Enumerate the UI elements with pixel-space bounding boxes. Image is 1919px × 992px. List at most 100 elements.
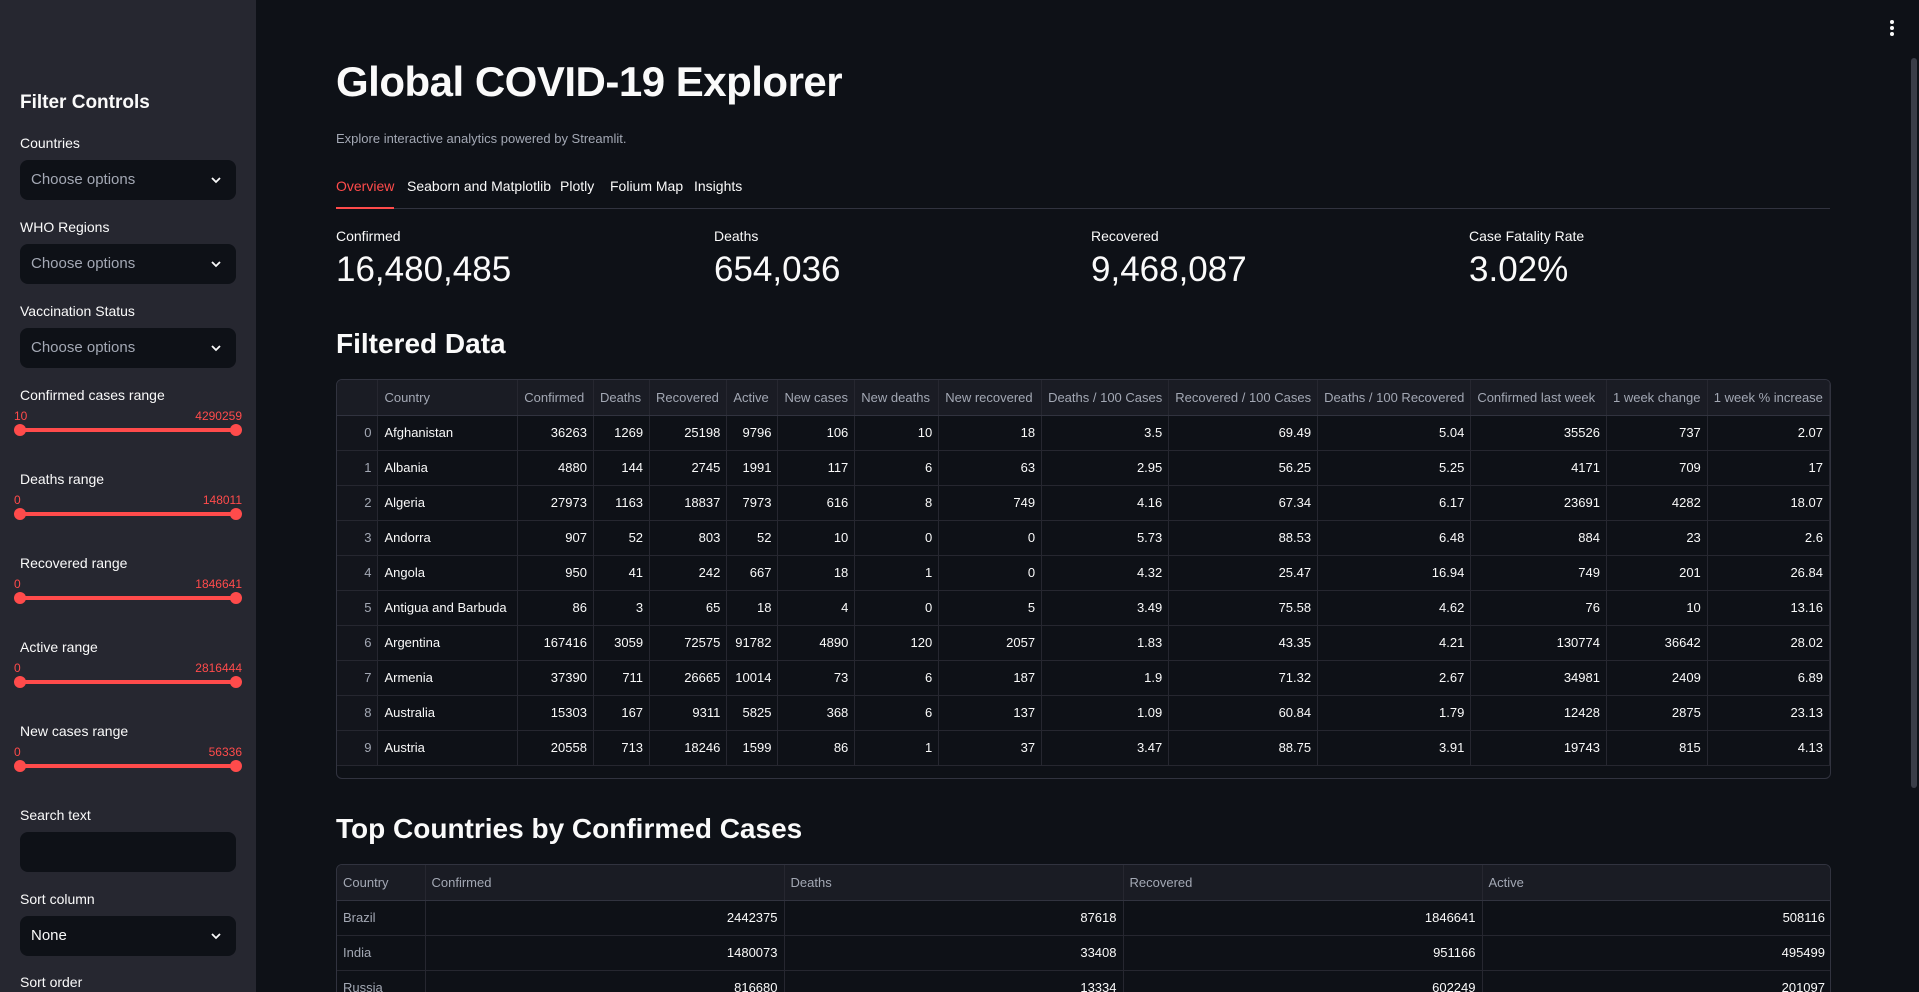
column-header-index[interactable] (337, 380, 379, 416)
table-row[interactable]: 9 Austria 20558 713 18246 1599 86 1 37 3.47 88.75 3… (337, 730, 1830, 766)
table-cell[interactable]: 2409 (1606, 660, 1708, 696)
table-cell[interactable]: Russia (337, 970, 426, 992)
row-index[interactable]: 3 (337, 520, 379, 556)
table-cell[interactable]: Austria (377, 730, 519, 766)
table-cell[interactable]: 803 (649, 520, 728, 556)
slider-min-handle[interactable] (14, 592, 26, 604)
row-index[interactable]: 5 (337, 590, 379, 626)
table-cell[interactable]: 23 (1606, 520, 1708, 556)
table-cell[interactable]: 4 (777, 590, 856, 626)
slider-track[interactable] (20, 512, 236, 516)
row-index[interactable]: 0 (337, 415, 379, 451)
tab-folium-map[interactable]: Folium Map (610, 178, 683, 209)
column-header[interactable]: New recovered (938, 380, 1043, 416)
column-header[interactable]: Confirmed last week (1470, 380, 1607, 416)
table-cell[interactable]: 0 (854, 590, 940, 626)
column-header[interactable]: Recovered / 100 Cases (1168, 380, 1319, 416)
table-cell[interactable]: 9311 (649, 695, 728, 731)
table-row[interactable]: 8 Australia 15303 167 9311 5825 368 6 137 1.09 60.… (337, 695, 1830, 731)
table-row[interactable]: 1 Albania 4880 144 2745 1991 117 6 63 2.95 56.25 5.… (337, 450, 1830, 486)
table-cell[interactable]: 8 (854, 485, 940, 521)
table-cell[interactable]: India (337, 935, 426, 971)
confirmed-range-slider[interactable]: 10 4290259 (14, 409, 242, 439)
table-cell[interactable]: Angola (377, 555, 519, 591)
table-cell[interactable]: Australia (377, 695, 519, 731)
table-cell[interactable]: 709 (1606, 450, 1708, 486)
slider-max-handle[interactable] (230, 424, 242, 436)
table-cell[interactable]: 5 (938, 590, 1043, 626)
table-cell[interactable]: 749 (938, 485, 1043, 521)
table-cell[interactable]: 4.13 (1707, 730, 1830, 766)
table-cell[interactable]: 0 (854, 520, 940, 556)
table-cell[interactable]: 144 (593, 450, 651, 486)
table-cell[interactable]: Brazil (337, 900, 426, 936)
slider-max-handle[interactable] (230, 508, 242, 520)
column-header[interactable]: Deaths (593, 380, 651, 416)
table-cell[interactable]: 1.83 (1041, 625, 1170, 661)
row-index[interactable]: 2 (337, 485, 379, 521)
table-cell[interactable]: 2875 (1606, 695, 1708, 731)
table-cell[interactable]: 6 (854, 450, 940, 486)
table-cell[interactable]: 4171 (1470, 450, 1607, 486)
table-cell[interactable]: 495499 (1482, 935, 1830, 971)
scrollbar[interactable] (1911, 58, 1917, 788)
tab-overview[interactable]: Overview (336, 178, 395, 209)
table-cell[interactable]: Argentina (377, 625, 519, 661)
slider-max-handle[interactable] (230, 676, 242, 688)
slider-track[interactable] (20, 764, 236, 768)
table-cell[interactable]: 713 (593, 730, 651, 766)
table-cell[interactable]: 12428 (1470, 695, 1607, 731)
table-row[interactable]: 5 Antigua and Barbuda 86 3 65 18 4 0 5 3.49 75.58 4… (337, 590, 1830, 626)
table-cell[interactable]: 1599 (726, 730, 779, 766)
table-cell[interactable]: 4.16 (1041, 485, 1170, 521)
table-cell[interactable]: 884 (1470, 520, 1607, 556)
table-cell[interactable]: 201 (1606, 555, 1708, 591)
table-cell[interactable]: 10 (777, 520, 856, 556)
table-cell[interactable]: 86 (517, 590, 594, 626)
column-header[interactable]: Confirmed (517, 380, 594, 416)
table-cell[interactable]: 18 (777, 555, 856, 591)
table-cell[interactable]: 187 (938, 660, 1043, 696)
column-header[interactable]: Recovered (1123, 865, 1483, 901)
top-countries-table[interactable]: Country Confirmed Deaths Recovered Activ… (336, 864, 1831, 992)
sort-column-select[interactable]: None (20, 916, 236, 956)
table-cell[interactable]: 3.5 (1041, 415, 1170, 451)
table-cell[interactable]: 167 (593, 695, 651, 731)
column-header[interactable]: Recovered (649, 380, 728, 416)
table-cell[interactable]: 3 (593, 590, 651, 626)
deaths-range-slider[interactable]: 0 148011 (14, 493, 242, 523)
active-range-slider[interactable]: 0 2816444 (14, 661, 242, 691)
table-cell[interactable]: 63 (938, 450, 1043, 486)
column-header[interactable]: 1 week % increase (1707, 380, 1830, 416)
table-row[interactable]: Russia 816680 13334 602249 201097 (337, 970, 1830, 992)
table-cell[interactable]: 20558 (517, 730, 594, 766)
table-cell[interactable]: Andorra (377, 520, 519, 556)
table-cell[interactable]: 137 (938, 695, 1043, 731)
column-header[interactable]: Confirmed (425, 865, 785, 901)
table-cell[interactable]: 106 (777, 415, 856, 451)
table-cell[interactable]: 18 (938, 415, 1043, 451)
table-cell[interactable]: 65 (649, 590, 728, 626)
table-cell[interactable]: 201097 (1482, 970, 1830, 992)
slider-track[interactable] (20, 596, 236, 600)
table-cell[interactable]: 9796 (726, 415, 779, 451)
row-index[interactable]: 7 (337, 660, 379, 696)
table-cell[interactable]: 60.84 (1168, 695, 1319, 731)
table-cell[interactable]: 1.09 (1041, 695, 1170, 731)
table-cell[interactable]: 76 (1470, 590, 1607, 626)
table-cell[interactable]: 5.73 (1041, 520, 1170, 556)
table-cell[interactable]: 6.89 (1707, 660, 1830, 696)
table-cell[interactable]: 15303 (517, 695, 594, 731)
table-cell[interactable]: 4.32 (1041, 555, 1170, 591)
table-cell[interactable]: 3.47 (1041, 730, 1170, 766)
table-cell[interactable]: 4880 (517, 450, 594, 486)
table-cell[interactable]: 33408 (784, 935, 1124, 971)
table-cell[interactable]: 4.21 (1317, 625, 1472, 661)
table-cell[interactable]: 951166 (1123, 935, 1483, 971)
table-cell[interactable]: 17 (1707, 450, 1830, 486)
table-cell[interactable]: 1846641 (1123, 900, 1483, 936)
table-cell[interactable]: 3059 (593, 625, 651, 661)
slider-max-handle[interactable] (230, 760, 242, 772)
table-cell[interactable]: 18 (726, 590, 779, 626)
who-regions-select[interactable]: Choose options (20, 244, 236, 284)
